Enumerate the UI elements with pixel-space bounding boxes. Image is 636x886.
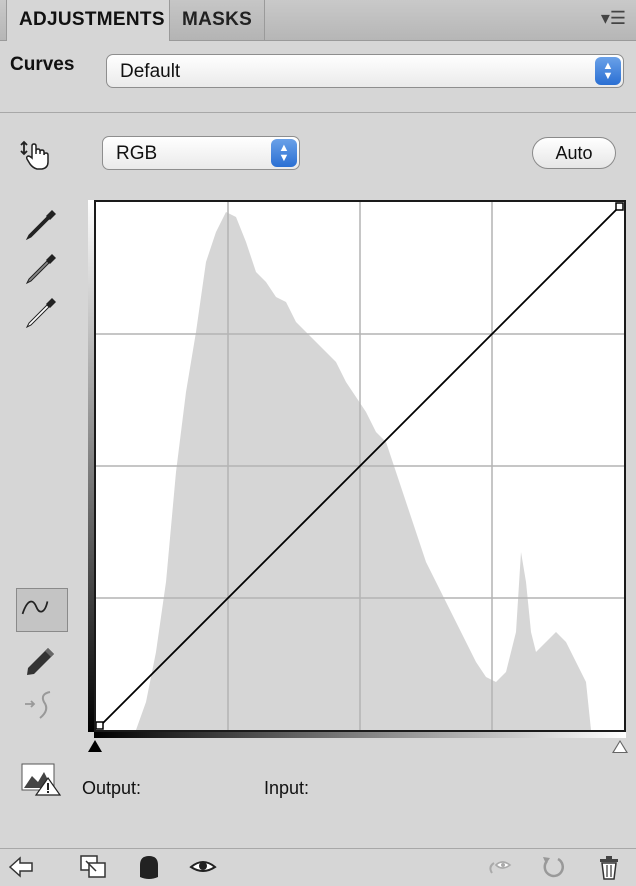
- preset-row: Curves Default ▲ ▼: [0, 40, 636, 113]
- channel-select[interactable]: RGB ▲ ▼: [102, 136, 300, 170]
- output-label: Output:: [82, 778, 142, 798]
- back-arrow-icon[interactable]: [6, 853, 36, 881]
- preset-select[interactable]: Default ▲ ▼: [106, 54, 624, 88]
- pencil-icon[interactable]: [22, 642, 58, 678]
- layer-visibility-mask-icon[interactable]: [134, 853, 164, 881]
- curve-edit-icon[interactable]: [16, 588, 68, 632]
- curves-graph[interactable]: [94, 200, 626, 732]
- toggle-visibility-icon[interactable]: [484, 853, 514, 881]
- channel-value: RGB: [116, 143, 158, 164]
- curve-point-white: [615, 202, 624, 211]
- tab-adjustments[interactable]: ADJUSTMENTS: [6, 0, 170, 41]
- white-point-slider[interactable]: [612, 740, 628, 753]
- input-label: Input:: [264, 778, 310, 798]
- stepper-icon: ▲ ▼: [595, 57, 621, 85]
- auto-button[interactable]: Auto: [532, 137, 616, 169]
- bottom-toolbar: [0, 848, 636, 885]
- stepper-icon: ▲ ▼: [271, 139, 297, 167]
- panel-tabs: ADJUSTMENTS MASKS ▾☰: [0, 0, 636, 41]
- preset-value: Default: [120, 61, 181, 82]
- input-gradient-bar: [94, 732, 626, 738]
- channel-row: RGB ▲ ▼ Auto: [0, 130, 636, 180]
- eyedropper-black-icon[interactable]: [22, 206, 58, 242]
- view-previous-state-icon[interactable]: [188, 853, 218, 881]
- panel-menu-icon[interactable]: ▾☰: [601, 8, 626, 29]
- black-point-slider[interactable]: [88, 740, 102, 752]
- curves-graph-svg: [96, 202, 624, 730]
- clip-to-layer-icon[interactable]: [78, 853, 108, 881]
- eyedropper-white-icon[interactable]: [22, 294, 58, 330]
- reset-icon[interactable]: [538, 853, 568, 881]
- curve-point-black: [96, 721, 104, 730]
- tab-masks[interactable]: MASKS: [170, 0, 265, 40]
- eyedropper-gray-icon[interactable]: [22, 250, 58, 286]
- adjustment-title: Curves: [10, 54, 75, 75]
- delete-icon[interactable]: [594, 853, 624, 881]
- on-image-adjust-icon[interactable]: [18, 138, 52, 172]
- smooth-curve-icon[interactable]: [22, 686, 58, 722]
- clipping-warning-icon[interactable]: [20, 762, 62, 796]
